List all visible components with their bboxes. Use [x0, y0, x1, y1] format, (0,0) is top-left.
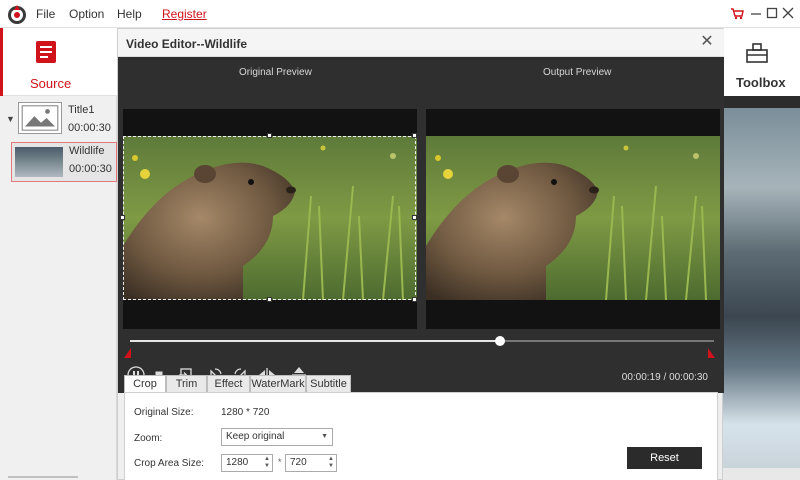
- title-thumbnail: [18, 102, 62, 134]
- crop-height-value: 720: [290, 457, 307, 468]
- clip-thumbnail: [15, 147, 63, 177]
- clip-name: Wildlife: [69, 145, 105, 157]
- close-icon[interactable]: ✕: [698, 33, 716, 51]
- clip-item[interactable]: Wildlife 00:00:30: [11, 142, 117, 182]
- spinner-arrows-icon[interactable]: ▲ ▼: [328, 456, 334, 470]
- zoom-label: Zoom:: [134, 433, 163, 444]
- zoom-select[interactable]: Keep original ▼: [221, 428, 333, 446]
- timeline-thumb[interactable]: [494, 336, 505, 346]
- crop-handle-top-right[interactable]: [412, 133, 417, 138]
- tab-trim[interactable]: Trim: [166, 375, 207, 393]
- crop-handle-left[interactable]: [120, 215, 125, 220]
- reset-button[interactable]: Reset: [627, 447, 702, 469]
- timeline-progress: [130, 340, 500, 342]
- title-duration: 00:00:30: [68, 122, 111, 134]
- crop-frame[interactable]: [123, 136, 416, 300]
- trim-start-marker[interactable]: [124, 348, 131, 358]
- menu-register[interactable]: Register: [162, 7, 207, 21]
- title-item[interactable]: ▼ Title1 00:00:30: [0, 98, 117, 140]
- output-video-frame: [426, 136, 720, 300]
- chevron-down-icon: ▼: [321, 433, 328, 440]
- crop-handle-bottom[interactable]: [267, 297, 272, 302]
- editor-header: Video Editor--Wildlife ✕: [118, 29, 724, 57]
- crop-handle-right[interactable]: [412, 215, 417, 220]
- editor-title: Video Editor--Wildlife: [126, 37, 248, 51]
- toolbox-icon: [746, 43, 768, 63]
- tab-effect[interactable]: Effect: [207, 375, 250, 393]
- right-scrollbar[interactable]: [723, 468, 800, 480]
- original-size-value: 1280 * 720: [221, 407, 270, 418]
- crop-settings-panel: Original Size: 1280 * 720 Zoom: Keep ori…: [124, 392, 718, 480]
- time-readout: 00:00:19 / 00:00:30: [622, 372, 708, 383]
- cart-icon[interactable]: [728, 4, 746, 22]
- app-logo-icon: [8, 5, 26, 24]
- output-preview-label: Output Preview: [543, 67, 612, 78]
- tab-subtitle[interactable]: Subtitle: [306, 375, 351, 393]
- title-name: Title1: [68, 104, 95, 116]
- original-preview-pane: [120, 109, 417, 329]
- time-total: 00:00:30: [669, 372, 708, 383]
- menu-bar: File Option Help Register: [0, 0, 800, 28]
- toolbox-label: Toolbox: [736, 75, 786, 90]
- output-preview-pane: [426, 109, 720, 329]
- crop-height-spinner[interactable]: 720 ▲ ▼: [285, 454, 337, 472]
- menu-option[interactable]: Option: [69, 7, 104, 21]
- time-separator: /: [663, 372, 667, 383]
- left-scrollbar[interactable]: [8, 476, 78, 478]
- toolbox-tab[interactable]: Toolbox: [723, 28, 800, 96]
- tab-watermark[interactable]: WaterMark: [250, 375, 306, 393]
- crop-width-value: 1280: [226, 457, 249, 468]
- crop-handle-bottom-right[interactable]: [412, 297, 417, 302]
- left-panel: Source ▼ Title1 00:00:30 Wildlife 00:00:…: [0, 28, 117, 480]
- time-current: 00:00:19: [621, 372, 661, 383]
- crop-area-size-label: Crop Area Size:: [134, 458, 205, 469]
- original-size-label: Original Size:: [134, 407, 194, 418]
- source-tab[interactable]: Source: [0, 28, 117, 96]
- tab-crop[interactable]: Crop: [124, 375, 166, 393]
- menu-help[interactable]: Help: [117, 7, 142, 21]
- trim-end-marker[interactable]: [708, 348, 715, 358]
- playback-timeline[interactable]: [130, 336, 714, 346]
- zoom-select-value: Keep original: [226, 431, 285, 442]
- crop-width-spinner[interactable]: 1280 ▲ ▼: [221, 454, 273, 472]
- expand-triangle-icon[interactable]: ▼: [6, 114, 15, 124]
- crop-handle-top[interactable]: [267, 133, 272, 138]
- menu-file[interactable]: File: [36, 7, 55, 21]
- original-preview-label: Original Preview: [239, 67, 312, 78]
- clip-duration: 00:00:30: [69, 163, 112, 175]
- spinner-arrows-icon[interactable]: ▲ ▼: [264, 456, 270, 470]
- source-label: Source: [30, 76, 72, 91]
- source-icon: [36, 41, 56, 63]
- close-icon[interactable]: [779, 4, 797, 22]
- source-tab-accent: [0, 28, 3, 96]
- preview-area: Original Preview Output Preview 00:00:19…: [118, 57, 724, 393]
- video-editor-dialog: Video Editor--Wildlife ✕ Original Previe…: [117, 28, 724, 480]
- crop-times-sign: *: [278, 457, 282, 467]
- main-preview-image: [723, 96, 800, 468]
